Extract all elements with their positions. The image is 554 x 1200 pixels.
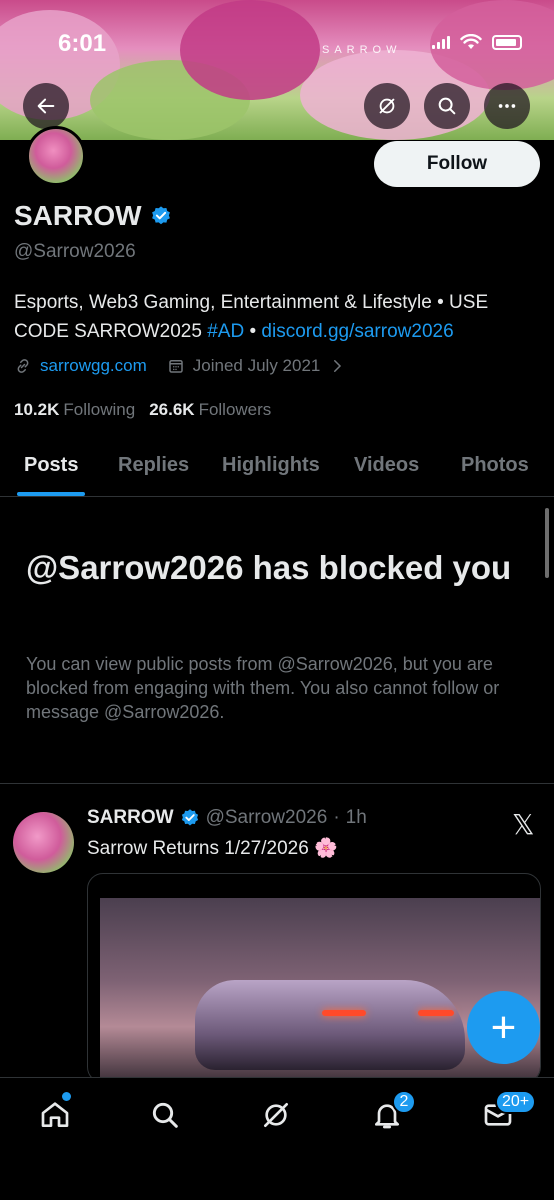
- bio-link[interactable]: discord.gg/sarrow2026: [261, 321, 453, 342]
- grok-icon: [379, 98, 395, 114]
- chevron-right-icon: [334, 360, 342, 372]
- taillight: [322, 1010, 366, 1016]
- divider: [0, 783, 554, 784]
- post-author-name[interactable]: SARROW: [87, 807, 174, 829]
- following-stat[interactable]: 10.2K Following: [14, 400, 135, 420]
- post-avatar[interactable]: [13, 812, 74, 873]
- signal-icon: [432, 35, 450, 49]
- taillight: [418, 1010, 454, 1016]
- follow-stats: 10.2K Following 26.6K Followers: [14, 400, 271, 420]
- following-label: Following: [63, 400, 136, 419]
- messages-badge: 20+: [495, 1090, 537, 1114]
- back-button[interactable]: [23, 83, 69, 129]
- x-logo-icon: 𝕏: [512, 808, 535, 841]
- post-text: Sarrow Returns 1/27/2026 🌸: [87, 838, 338, 859]
- nav-search[interactable]: [145, 1095, 185, 1135]
- nav-grok[interactable]: [256, 1095, 296, 1135]
- tab-posts[interactable]: Posts: [24, 454, 78, 477]
- status-time: 6:01: [58, 30, 107, 57]
- car-image: [195, 980, 465, 1070]
- post-time[interactable]: 1h: [346, 807, 367, 829]
- grok-icon: [264, 1103, 288, 1127]
- search-icon: [438, 97, 456, 115]
- joined-date[interactable]: Joined July 2021: [193, 356, 321, 376]
- followers-stat[interactable]: 26.6K Followers: [149, 400, 271, 420]
- profile-bio: Esports, Web3 Gaming, Entertainment & Li…: [14, 288, 544, 346]
- calendar-icon: [169, 360, 183, 373]
- followers-label: Followers: [198, 400, 272, 419]
- search-icon: [152, 1102, 178, 1128]
- notifications-badge: 2: [392, 1090, 416, 1114]
- post-media[interactable]: [87, 873, 541, 1083]
- profile-meta: sarrowgg.com Joined July 2021: [14, 356, 346, 376]
- post-author-handle[interactable]: @Sarrow2026: [206, 807, 328, 829]
- tab-highlights[interactable]: Highlights: [222, 454, 320, 477]
- search-button[interactable]: [424, 83, 470, 129]
- post-dot: ·: [333, 807, 340, 828]
- follow-button[interactable]: Follow: [374, 141, 540, 187]
- more-button[interactable]: [484, 83, 530, 129]
- tab-photos[interactable]: Photos: [461, 454, 529, 477]
- name-row: SARROW: [14, 200, 172, 232]
- bio-hashtag[interactable]: #AD: [207, 321, 244, 342]
- back-arrow-icon: [37, 98, 55, 114]
- bottom-nav: 2 20+: [0, 1077, 554, 1200]
- profile-banner[interactable]: SARROW: [0, 0, 554, 140]
- bio-separator: •: [244, 321, 262, 342]
- post-image: [100, 898, 540, 1082]
- website-link[interactable]: sarrowgg.com: [40, 356, 147, 376]
- link-icon: [17, 359, 29, 373]
- status-icons: [432, 34, 522, 50]
- wifi-icon: [460, 34, 482, 49]
- home-unread-dot: [62, 1092, 71, 1101]
- profile-handle: @Sarrow2026: [14, 241, 136, 262]
- active-tab-indicator: [17, 492, 85, 496]
- banner-art: [180, 0, 320, 100]
- more-icon: [498, 104, 516, 108]
- display-name: SARROW: [14, 200, 142, 231]
- followers-count: 26.6K: [149, 400, 195, 419]
- nav-home[interactable]: [35, 1095, 75, 1135]
- blocked-title: @Sarrow2026 has blocked you: [26, 549, 512, 586]
- scrollbar[interactable]: [545, 508, 549, 578]
- tab-replies[interactable]: Replies: [118, 454, 189, 477]
- battery-icon: [492, 34, 522, 50]
- following-count: 10.2K: [14, 400, 60, 419]
- grok-button[interactable]: [364, 83, 410, 129]
- blocked-message: You can view public posts from @Sarrow20…: [26, 654, 500, 722]
- profile-tabs: Posts Replies Highlights Videos Photos: [0, 434, 554, 497]
- profile-avatar[interactable]: [26, 126, 86, 186]
- compose-button[interactable]: +: [467, 991, 540, 1064]
- tab-videos[interactable]: Videos: [354, 454, 419, 477]
- verified-badge-icon: [181, 809, 198, 826]
- home-icon: [41, 1102, 69, 1127]
- banner-wordmark: SARROW: [322, 44, 402, 56]
- verified-badge-icon: [151, 206, 170, 225]
- post-header: SARROW @Sarrow2026 · 1h: [87, 807, 367, 829]
